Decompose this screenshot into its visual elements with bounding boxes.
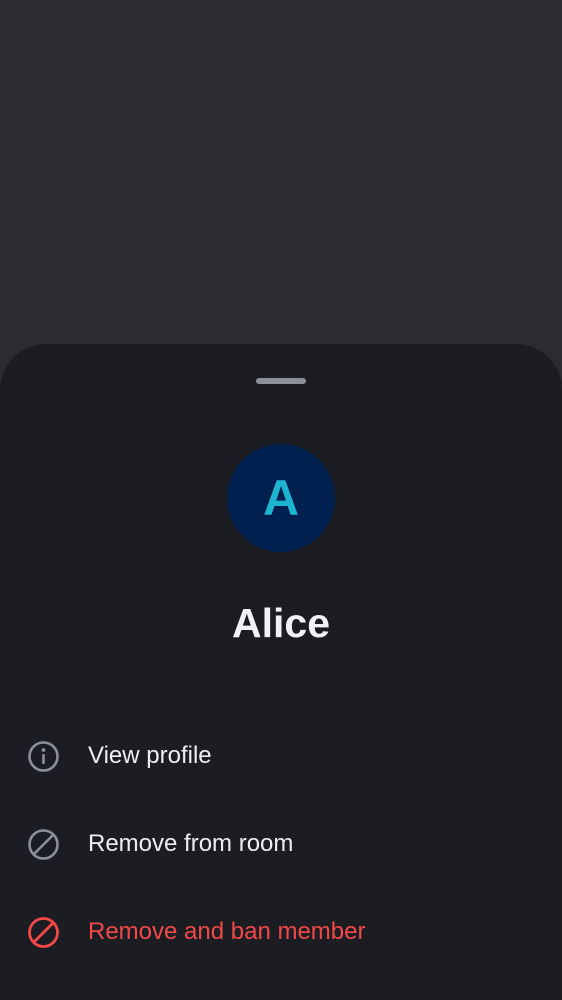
info-icon bbox=[28, 741, 59, 772]
remove-from-room-action[interactable]: Remove from room bbox=[0, 800, 562, 888]
member-avatar: A bbox=[227, 444, 335, 552]
remove-and-ban-label: Remove and ban member bbox=[88, 918, 366, 945]
remove-from-room-label: Remove from room bbox=[88, 830, 294, 857]
sheet-drag-handle[interactable] bbox=[256, 378, 306, 384]
remove-and-ban-action[interactable]: Remove and ban member bbox=[0, 888, 562, 976]
view-profile-action[interactable]: View profile bbox=[0, 712, 562, 800]
member-action-list: View profile Remove from room Remove and… bbox=[0, 712, 562, 976]
avatar-initial: A bbox=[262, 470, 300, 526]
member-bottom-sheet: A Alice View profile Remove from room Re… bbox=[0, 344, 562, 1000]
ban-icon bbox=[28, 917, 59, 948]
block-icon bbox=[28, 829, 59, 860]
member-name: Alice bbox=[232, 600, 330, 646]
view-profile-label: View profile bbox=[88, 742, 212, 769]
